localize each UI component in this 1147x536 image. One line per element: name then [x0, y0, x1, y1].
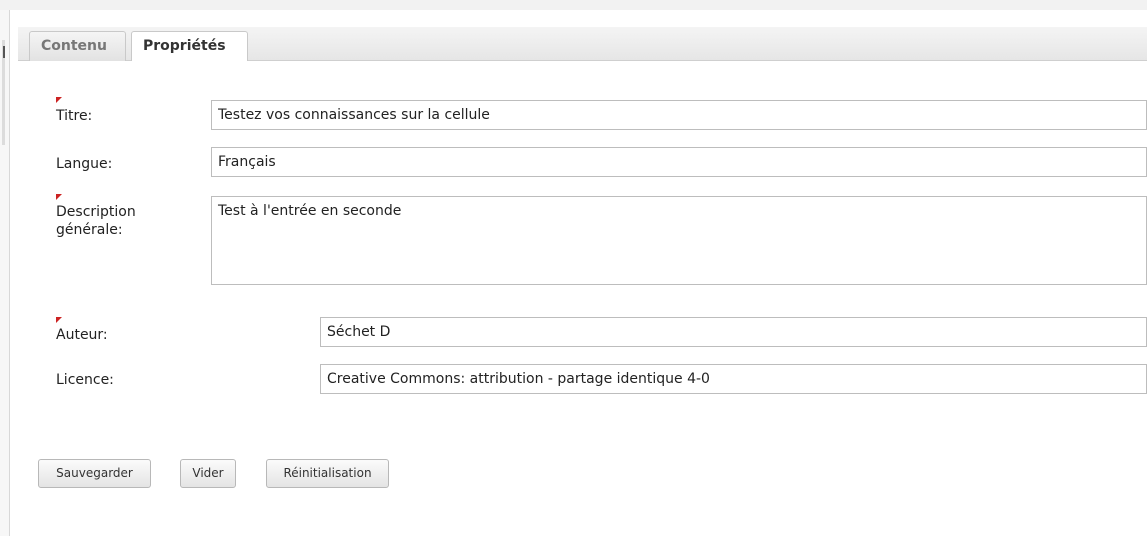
properties-panel: Titre: Langue: Description générale: Tes… [18, 61, 1147, 536]
reset-button[interactable]: Réinitialisation [266, 459, 389, 488]
author-label: Auteur: [56, 327, 108, 343]
window-top-strip [0, 0, 1147, 10]
tab-bar: Contenu Propriétés [18, 27, 1147, 62]
left-panel-edge [0, 10, 10, 536]
description-field[interactable]: Test à l'entrée en seconde [211, 196, 1147, 285]
description-label: Description générale: [56, 204, 136, 238]
save-button[interactable]: Sauvegarder [38, 459, 151, 488]
language-select[interactable] [211, 147, 1147, 177]
author-field[interactable] [320, 317, 1147, 347]
left-panel-grip-icon [3, 46, 5, 58]
tab-contenu[interactable]: Contenu [29, 31, 126, 61]
title-field[interactable] [211, 100, 1147, 130]
language-label: Langue: [56, 156, 113, 172]
license-select[interactable] [320, 364, 1147, 394]
title-label: Titre: [56, 108, 93, 124]
tab-proprietes[interactable]: Propriétés [131, 31, 248, 62]
required-marker-icon [56, 97, 62, 103]
required-marker-icon [56, 317, 62, 323]
required-marker-icon [56, 194, 62, 200]
clear-button[interactable]: Vider [180, 459, 236, 488]
license-label: Licence: [56, 372, 114, 388]
